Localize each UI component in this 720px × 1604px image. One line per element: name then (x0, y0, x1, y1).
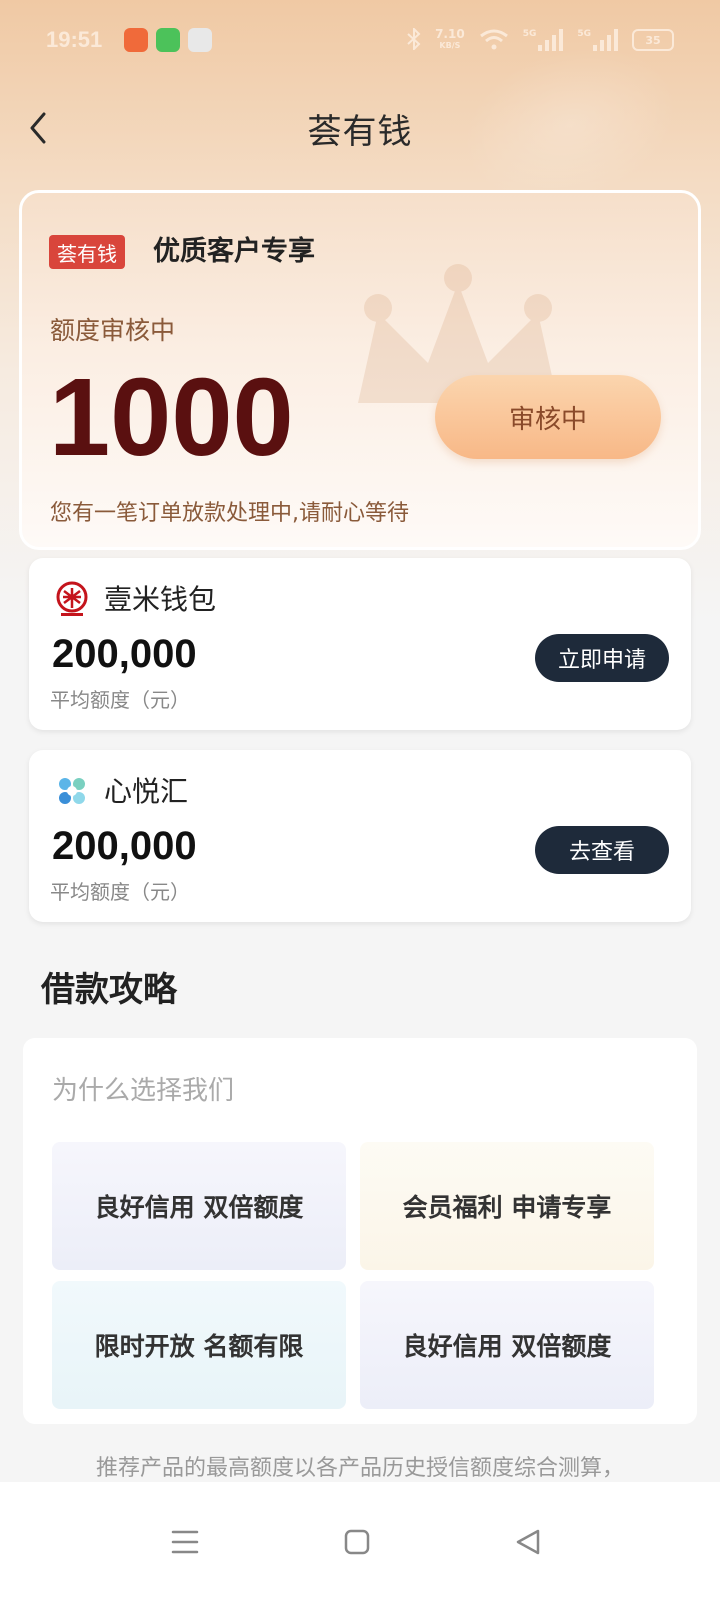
signal-1-icon: 5G (523, 29, 564, 51)
credit-status-label: 额度审核中 (50, 316, 176, 345)
disclaimer-text: 推荐产品的最高额度以各产品历史授信额度综合测算， (95, 1456, 624, 1481)
wifi-icon (479, 28, 509, 53)
status-indicators: 7.10 KB/S 5G 5G 35 (407, 26, 674, 53)
back-arrow-icon[interactable] (18, 108, 58, 148)
reviewing-button[interactable]: 审核中 (435, 375, 661, 459)
why-choose-us-card: 为什么选择我们 良好信用 双倍额度 会员福利 申请专享 限时开放 名额有限 良好… (23, 1038, 697, 1424)
exclusive-title: 优质客户专享 (153, 236, 315, 267)
navigation-bar: 荟有钱 (0, 90, 720, 166)
feature-tile[interactable]: 良好信用 双倍额度 (360, 1281, 654, 1409)
system-navigation-bar (0, 1482, 720, 1604)
notification-icons (124, 28, 213, 52)
feature-tile[interactable]: 良好信用 双倍额度 (52, 1142, 346, 1270)
home-notification-icon (188, 28, 213, 52)
app-notification-icon (124, 28, 149, 52)
product-amount-label: 平均额度（元） (50, 880, 190, 904)
menu-icon[interactable] (165, 1522, 205, 1562)
battery-icon: 35 (632, 29, 674, 51)
credit-status-card: 荟有钱 优质客户专享 额度审核中 1000 审核中 您有一笔订单放款处理中,请耐… (19, 190, 701, 550)
network-speed: 7.10 KB/S (435, 27, 465, 50)
brand-tag: 荟有钱 (49, 235, 125, 269)
mi-logo-icon (53, 580, 91, 618)
page-title: 荟有钱 (307, 111, 413, 152)
product-card[interactable]: 壹米钱包 200,000 平均额度（元） 立即申请 (29, 558, 691, 730)
apply-now-button[interactable]: 立即申请 (535, 634, 669, 682)
loan-processing-note: 您有一笔订单放款处理中,请耐心等待 (50, 501, 409, 526)
product-name: 心悦汇 (104, 775, 189, 808)
credit-amount: 1000 (49, 356, 294, 479)
why-choose-us-title: 为什么选择我们 (52, 1076, 235, 1106)
back-triangle-icon[interactable] (508, 1522, 548, 1562)
view-button[interactable]: 去查看 (535, 826, 669, 874)
home-icon[interactable] (337, 1522, 377, 1562)
product-name: 壹米钱包 (104, 583, 217, 616)
status-bar: 19:51 7.10 KB/S 5G 5G 35 (0, 0, 720, 80)
loan-guide-title: 借款攻略 (41, 970, 177, 1010)
product-amount: 200,000 (52, 824, 197, 868)
message-notification-icon (156, 28, 181, 52)
product-amount-label: 平均额度（元） (50, 688, 190, 712)
signal-2-icon: 5G (577, 29, 618, 51)
flower-logo-icon (53, 772, 91, 810)
feature-tile[interactable]: 限时开放 名额有限 (52, 1281, 346, 1409)
status-time: 19:51 (46, 27, 103, 52)
product-card[interactable]: 心悦汇 200,000 平均额度（元） 去查看 (29, 750, 691, 922)
feature-tile[interactable]: 会员福利 申请专享 (360, 1142, 654, 1270)
bluetooth-icon (407, 26, 421, 53)
product-amount: 200,000 (52, 632, 197, 676)
